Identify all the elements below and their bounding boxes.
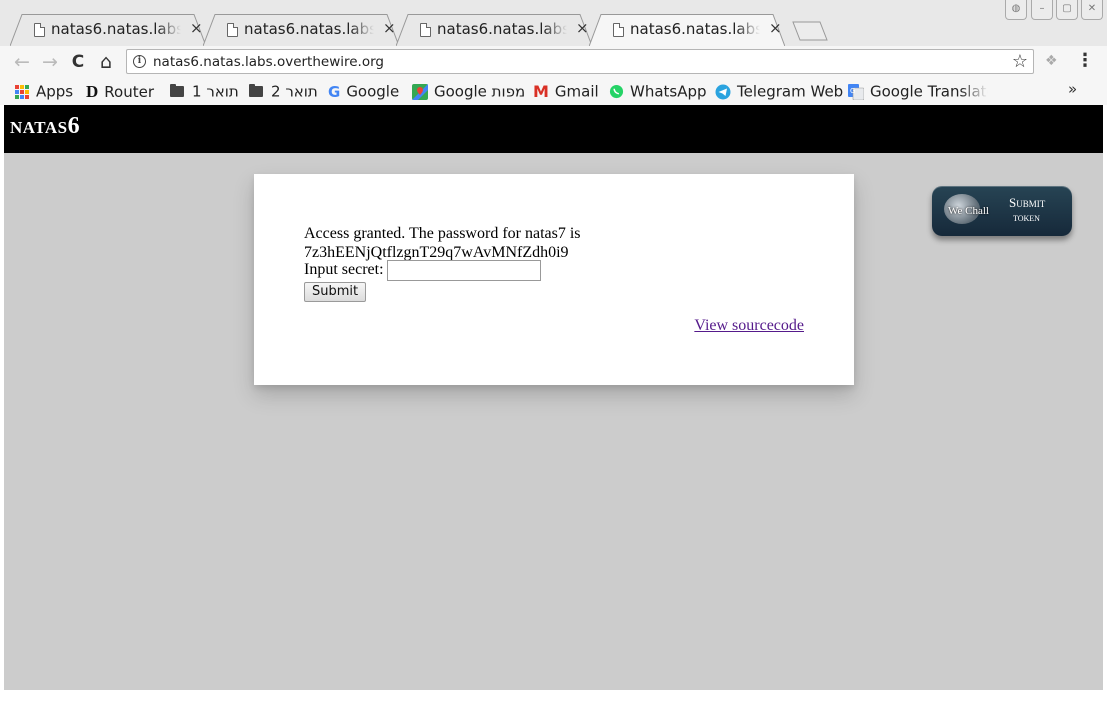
bookmark-star-icon[interactable]: ☆	[1012, 51, 1028, 72]
bookmarks-overflow-icon[interactable]: »	[1068, 80, 1077, 98]
bookmark-label: Gmail	[554, 82, 599, 101]
page-icon	[420, 23, 431, 37]
bookmark-folder-1[interactable]: תואר 1	[170, 82, 239, 102]
gmail-icon: M	[533, 82, 549, 101]
reload-icon[interactable]: C	[67, 50, 89, 74]
page-title: natas6	[10, 113, 81, 139]
bookmark-label: Google Translate	[870, 82, 988, 101]
wechall-logo-text: We Chall	[948, 205, 989, 217]
google-g-icon: G	[328, 82, 341, 101]
bookmark-folder-2[interactable]: תואר 2	[249, 82, 318, 102]
submit-text: Submit	[1009, 195, 1046, 210]
content-panel: Access granted. The password for natas7 …	[254, 174, 854, 385]
page-header: natas6	[4, 105, 1103, 153]
home-icon[interactable]: ⌂	[95, 50, 117, 74]
site-info-icon[interactable]: i	[133, 55, 146, 68]
bookmark-telegram[interactable]: Telegram Web	[715, 82, 843, 102]
folder-icon	[249, 84, 263, 97]
whatsapp-icon	[609, 84, 624, 99]
page-icon	[34, 23, 45, 37]
google-maps-icon	[412, 83, 428, 100]
tab-close-icon[interactable]: ×	[769, 19, 782, 37]
secret-input[interactable]	[386, 260, 541, 281]
secret-label: Input secret:	[304, 261, 384, 279]
browser-toolbar: ← → C ⌂ i natas6.natas.labs.overthewire.…	[0, 46, 1107, 78]
telegram-icon	[715, 84, 731, 99]
bookmark-router[interactable]: D Router	[86, 82, 154, 102]
maximize-icon[interactable]: ▢	[1056, 0, 1078, 20]
apps-grid-icon	[15, 84, 29, 99]
bookmark-google-translate[interactable]: G Google Translate	[848, 82, 988, 102]
tab-4-active[interactable]: natas6.natas.labs.overthewire.org ×	[589, 14, 785, 46]
tab-close-icon[interactable]: ×	[383, 19, 396, 37]
bookmark-label: תואר 2	[271, 82, 318, 101]
bookmark-label: תואר 1	[192, 82, 239, 101]
address-bar[interactable]: i natas6.natas.labs.overthewire.org ☆	[126, 49, 1034, 74]
tab-2[interactable]: natas6.natas.labs.overthewire.org ×	[203, 14, 399, 46]
tab-close-icon[interactable]: ×	[576, 19, 589, 37]
tab-title: natas6.natas.labs.overthewire.org	[630, 20, 760, 38]
wechall-submit-token-button[interactable]: We Chall Submit token	[932, 186, 1072, 236]
router-d-icon: D	[86, 82, 99, 101]
page-viewport: natas6 Access granted. The password for …	[4, 105, 1103, 690]
page-icon	[227, 23, 238, 37]
new-tab-button[interactable]	[792, 20, 828, 42]
tab-title: natas6.natas.labs.overthewire.org	[51, 20, 181, 38]
url-text: natas6.natas.labs.overthewire.org	[153, 54, 384, 70]
bookmark-google-maps[interactable]: Google מפות	[412, 82, 525, 102]
minimize-icon[interactable]: –	[1031, 0, 1053, 20]
page-icon	[613, 23, 624, 37]
tab-title: natas6.natas.labs.overthewire.org	[244, 20, 374, 38]
bookmark-whatsapp[interactable]: WhatsApp	[609, 82, 707, 102]
tab-title: natas6.natas.labs.overthewire.org	[437, 20, 567, 38]
bookmark-apps[interactable]: Apps	[15, 82, 73, 102]
back-icon[interactable]: ←	[11, 50, 33, 74]
dropbox-extension-icon[interactable]: ❖	[1045, 53, 1058, 69]
bookmark-label: Google מפות	[434, 82, 526, 101]
bookmarks-bar: Apps D Router תואר 1 תואר 2 G Google Googl…	[0, 78, 1107, 105]
tab-1[interactable]: natas6.natas.labs.overthewire.org ×	[10, 14, 206, 46]
tab-3[interactable]: natas6.natas.labs.overthewire.org ×	[396, 14, 592, 46]
close-window-icon[interactable]: ✕	[1081, 0, 1103, 20]
svg-text:G: G	[850, 87, 855, 95]
google-translate-icon: G	[848, 83, 864, 100]
tab-strip: natas6.natas.labs.overthewire.org × nata…	[0, 0, 1107, 46]
bookmark-label: Telegram Web	[737, 82, 844, 101]
view-sourcecode-link[interactable]: View sourcecode	[694, 317, 804, 335]
submit-button[interactable]: Submit	[304, 282, 367, 302]
user-profile-icon[interactable]: ◍	[1005, 0, 1027, 20]
browser-menu-icon[interactable]: ⋮	[1076, 50, 1094, 71]
token-text: token	[1013, 212, 1040, 224]
tab-close-icon[interactable]: ×	[190, 19, 203, 37]
access-message: Access granted. The password for natas7 …	[304, 224, 581, 262]
bookmark-label: Router	[104, 83, 154, 101]
secret-form-row: Input secret:	[304, 260, 541, 281]
access-granted-text: Access granted. The password for natas7 …	[304, 225, 581, 242]
folder-icon	[170, 84, 184, 97]
bookmark-google[interactable]: G Google	[328, 82, 399, 102]
bookmark-gmail[interactable]: M Gmail	[533, 82, 599, 102]
bookmark-label: Apps	[36, 82, 74, 101]
bookmark-label: Google	[346, 82, 400, 101]
bookmark-label: WhatsApp	[630, 82, 707, 101]
forward-icon[interactable]: →	[39, 50, 61, 74]
